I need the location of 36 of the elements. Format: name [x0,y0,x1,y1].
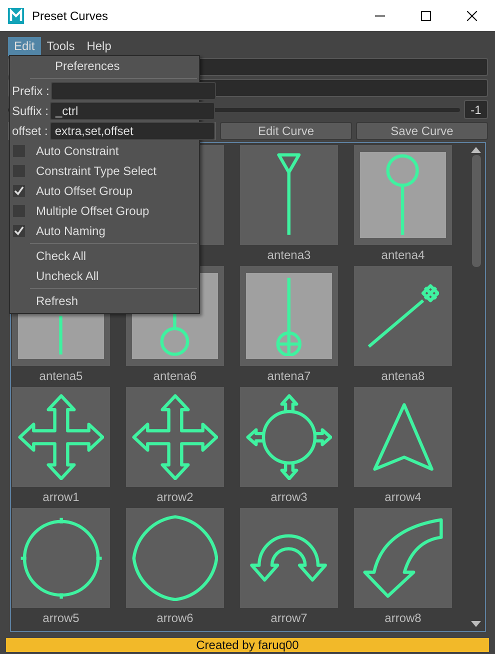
curve-name: arrow4 [384,489,422,506]
curve-name: arrow2 [156,489,194,506]
field-label: Suffix : [11,104,48,118]
menu-item[interactable]: Edit [8,37,41,56]
curve-name: arrow5 [42,610,80,627]
menu-item[interactable]: Tools [40,37,81,56]
menu-item[interactable]: Check All [36,249,86,263]
curve-name: antena3 [267,247,311,264]
window-title: Preset Curves [32,8,110,22]
curve-name: antena6 [153,368,197,385]
value-field[interactable]: -1 [464,100,488,119]
curve-name: arrow6 [156,610,194,627]
menu-item[interactable]: Preferences [29,56,199,76]
curve-name: antena8 [381,368,425,385]
menu-item[interactable]: Refresh [36,294,78,308]
input-field[interactable]: _ctrl [50,102,216,120]
curve-name: arrow8 [384,610,422,627]
curve-name: antena5 [39,368,83,385]
menu-item[interactable]: Auto Constraint [36,144,119,158]
curve-name: arrow1 [42,489,80,506]
field-label: offset : [11,124,48,138]
menu-item[interactable]: Multiple Offset Group [36,204,150,218]
input-field[interactable]: extra,set,offset [50,122,215,140]
menu-item[interactable]: Constraint Type Select [36,164,157,178]
status-bar: Created by faruq00 [6,638,489,652]
menu-item[interactable]: Auto Naming [36,224,106,238]
curve-name: arrow3 [270,489,308,506]
curve-name: arrow7 [270,610,308,627]
menu-item[interactable]: Auto Offset Group [36,184,132,198]
curve-button[interactable]: Save Curve [356,122,488,140]
menu-item[interactable]: Uncheck All [36,269,99,283]
curve-name: antena4 [381,247,425,264]
curve-name: antena7 [267,368,311,385]
field-label: Prefix : [11,84,50,98]
curve-button[interactable]: Edit Curve [220,122,352,140]
menu-item[interactable]: Help [80,37,118,56]
